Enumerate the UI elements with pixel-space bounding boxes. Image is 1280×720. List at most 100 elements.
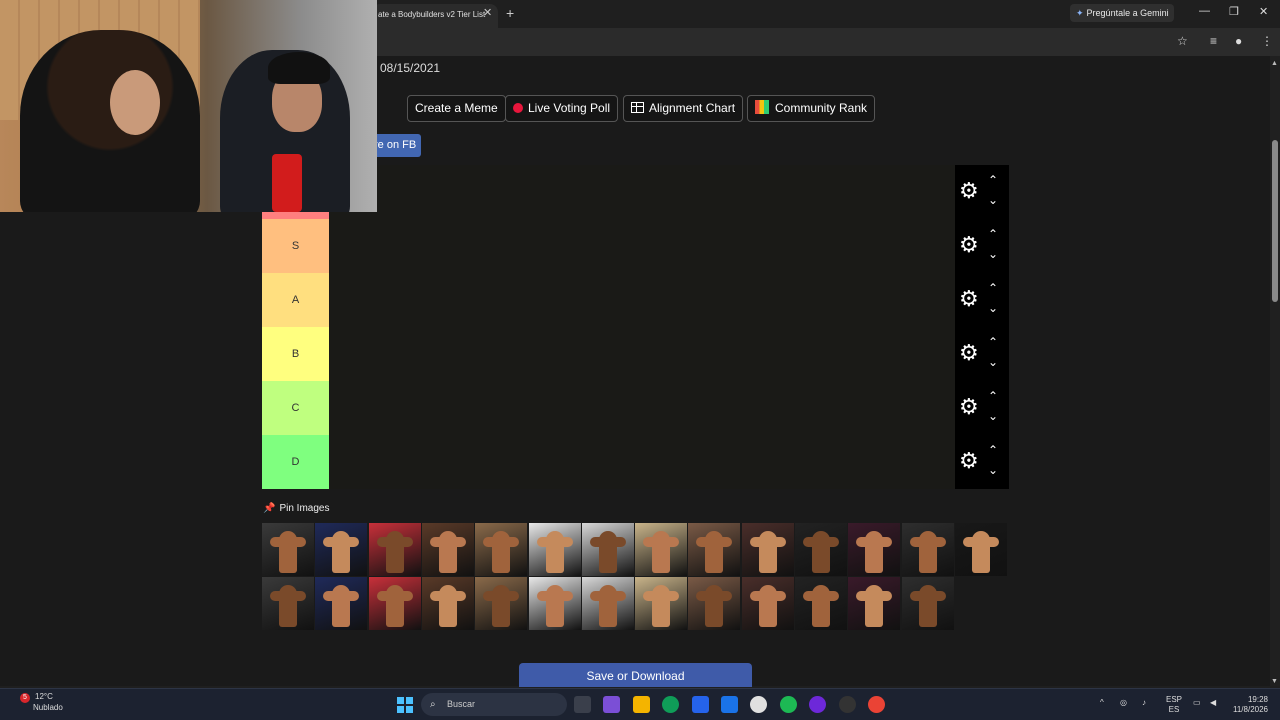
chevron-down-icon[interactable]: ⌄: [988, 301, 998, 315]
obs-icon[interactable]: [839, 696, 856, 713]
volume-icon[interactable]: ◀: [1210, 698, 1216, 708]
community-rank-label: Community Rank: [775, 101, 868, 115]
tier-label[interactable]: B: [262, 327, 329, 381]
bodybuilder-thumbnail[interactable]: [741, 577, 794, 630]
chevron-down-icon[interactable]: ⌄: [988, 247, 998, 261]
chevron-up-icon[interactable]: ⌃: [988, 173, 998, 187]
restore-button[interactable]: ❐: [1229, 5, 1239, 18]
profile-avatar-icon[interactable]: ●: [1235, 34, 1242, 48]
browser-tab[interactable]: ate a Bodybuilders v2 Tier List: [372, 4, 498, 28]
task-view-icon[interactable]: [574, 696, 591, 713]
scroll-down-arrow-icon[interactable]: ▼: [1271, 678, 1278, 685]
minimize-button[interactable]: —: [1199, 5, 1210, 17]
bodybuilder-thumbnail[interactable]: [528, 523, 581, 576]
bodybuilder-thumbnail[interactable]: [688, 577, 741, 630]
bodybuilder-thumbnail[interactable]: [262, 523, 314, 576]
chrome-icon[interactable]: [868, 696, 885, 713]
chevron-up-icon[interactable]: ⌃: [988, 227, 998, 241]
chevron-up-icon[interactable]: ⌃: [988, 281, 998, 295]
tier-drop-zone[interactable]: [329, 435, 955, 489]
bodybuilder-thumbnail[interactable]: [368, 523, 421, 576]
chevron-down-icon[interactable]: ⌄: [988, 193, 998, 207]
gear-icon[interactable]: ⚙: [959, 234, 979, 256]
mail-icon[interactable]: [721, 696, 738, 713]
bodybuilder-thumbnail[interactable]: [475, 577, 528, 630]
bodybuilder-thumbnail[interactable]: [741, 523, 794, 576]
tier-drop-zone[interactable]: [329, 165, 955, 219]
weather-widget[interactable]: 5 12°C Nublado: [20, 692, 63, 713]
chevron-down-icon[interactable]: ⌄: [988, 463, 998, 477]
bodybuilder-thumbnail[interactable]: [421, 523, 474, 576]
tier-label[interactable]: S: [262, 219, 329, 273]
bodybuilder-thumbnail[interactable]: [901, 523, 954, 576]
gear-icon[interactable]: ⚙: [959, 342, 979, 364]
start-button-icon[interactable]: [397, 697, 413, 713]
microphone-icon[interactable]: ♪: [1142, 698, 1146, 708]
tray-expand-icon[interactable]: ^: [1100, 698, 1104, 708]
file-explorer-icon[interactable]: [633, 696, 650, 713]
bookmark-star-icon[interactable]: ☆: [1177, 34, 1188, 48]
tier-drop-zone[interactable]: [329, 381, 955, 435]
taskbar-search[interactable]: ⌕ Buscar: [421, 693, 567, 716]
bodybuilder-thumbnail[interactable]: [528, 577, 581, 630]
bodybuilder-thumbnail[interactable]: [795, 523, 847, 576]
bodybuilder-thumbnail[interactable]: [368, 577, 421, 630]
tier-drop-zone[interactable]: [329, 327, 955, 381]
browser-menu-icon[interactable]: ⋮: [1261, 34, 1273, 48]
tier-controls: ⚙ ⌃ ⌄: [955, 165, 1009, 219]
bodybuilder-thumbnail[interactable]: [848, 577, 901, 630]
network-icon[interactable]: ◎: [1120, 698, 1127, 708]
close-window-button[interactable]: ✕: [1259, 5, 1268, 18]
bodybuilder-thumbnail[interactable]: [262, 577, 314, 630]
bodybuilder-thumbnail[interactable]: [795, 577, 847, 630]
gemini-button[interactable]: ✦ Pregúntale a Gemini: [1070, 4, 1174, 22]
store-icon[interactable]: [692, 696, 709, 713]
tab-close-icon[interactable]: ✕: [483, 6, 492, 19]
alignment-chart-button[interactable]: Alignment Chart: [623, 95, 744, 122]
bodybuilder-thumbnail[interactable]: [688, 523, 741, 576]
chevron-up-icon[interactable]: ⌃: [988, 389, 998, 403]
chevron-down-icon[interactable]: ⌄: [988, 355, 998, 369]
save-download-button[interactable]: Save or Download: [519, 663, 752, 687]
tier-drop-zone[interactable]: [329, 219, 955, 273]
gear-icon[interactable]: ⚙: [959, 450, 979, 472]
community-rank-button[interactable]: Community Rank: [747, 95, 876, 122]
gear-icon[interactable]: ⚙: [959, 288, 979, 310]
bodybuilder-thumbnail[interactable]: [475, 523, 528, 576]
chevron-up-icon[interactable]: ⌃: [988, 335, 998, 349]
bodybuilder-thumbnail[interactable]: [848, 523, 901, 576]
chevron-down-icon[interactable]: ⌄: [988, 409, 998, 423]
chevron-up-icon[interactable]: ⌃: [988, 443, 998, 457]
tier-label[interactable]: C: [262, 381, 329, 435]
bodybuilder-thumbnail[interactable]: [421, 577, 474, 630]
gear-icon[interactable]: ⚙: [959, 180, 979, 202]
language-indicator[interactable]: ESP ES: [1166, 695, 1182, 715]
pin-images-toggle[interactable]: 📌 Pin Images: [263, 503, 329, 514]
app-icon[interactable]: [809, 696, 826, 713]
clock[interactable]: 19:28 11/8/2026: [1228, 695, 1268, 715]
spotify-icon[interactable]: [780, 696, 797, 713]
bodybuilder-thumbnail[interactable]: [635, 577, 688, 630]
scrollbar-thumb[interactable]: [1272, 140, 1278, 302]
live-voting-label: Live Voting Poll: [528, 101, 611, 115]
edge-icon[interactable]: [662, 696, 679, 713]
scroll-up-arrow-icon[interactable]: ▲: [1271, 60, 1278, 67]
tier-drop-zone[interactable]: [329, 273, 955, 327]
tier-label[interactable]: A: [262, 273, 329, 327]
bodybuilder-thumbnail[interactable]: [901, 577, 954, 630]
gear-icon[interactable]: ⚙: [959, 396, 979, 418]
bodybuilder-thumbnail[interactable]: [315, 523, 368, 576]
bodybuilder-thumbnail[interactable]: [954, 523, 1007, 576]
new-tab-button[interactable]: +: [506, 5, 514, 21]
bodybuilder-thumbnail[interactable]: [315, 577, 368, 630]
live-voting-poll-button[interactable]: Live Voting Poll: [505, 95, 619, 122]
create-meme-button[interactable]: Create a Meme: [407, 95, 506, 122]
tier-label[interactable]: D: [262, 435, 329, 489]
bodybuilder-thumbnail[interactable]: [635, 523, 688, 576]
widgets-icon[interactable]: [603, 696, 620, 713]
bodybuilder-thumbnail[interactable]: [581, 523, 634, 576]
display-icon[interactable]: ▭: [1193, 698, 1201, 708]
bodybuilder-thumbnail[interactable]: [581, 577, 634, 630]
media-control-icon[interactable]: ≡: [1210, 34, 1217, 48]
google-icon[interactable]: [750, 696, 767, 713]
